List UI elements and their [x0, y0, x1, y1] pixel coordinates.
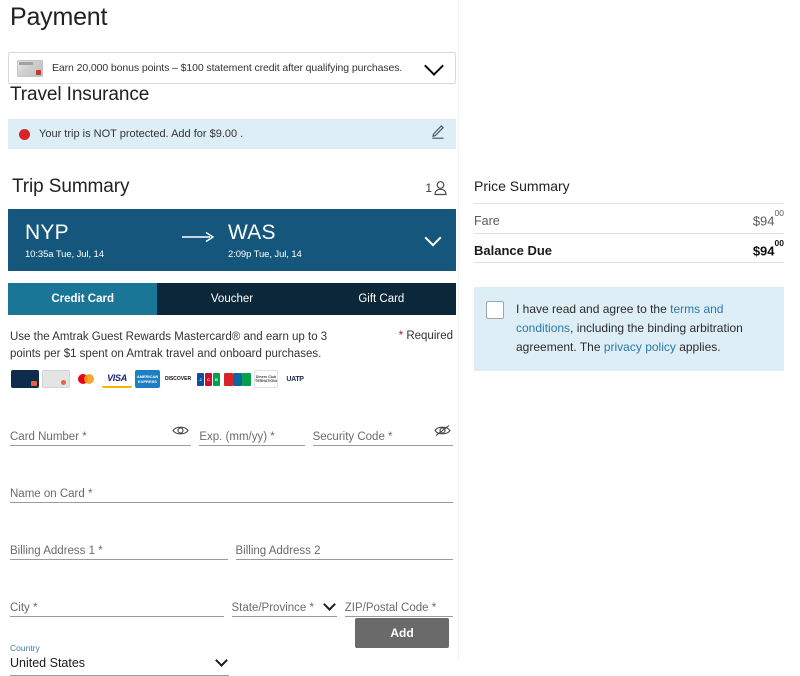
american-express-logo-icon: AMERICANEXPRESS: [135, 370, 160, 388]
travel-insurance-heading: Travel Insurance: [8, 84, 456, 106]
fare-amount-cents: 00: [775, 208, 784, 218]
form-row-billing: Billing Address 1 * Billing Address 2: [10, 537, 453, 560]
balance-due-amount-cents: 00: [775, 238, 784, 248]
mastercard-logo-icon: [73, 370, 99, 388]
required-note-label: Required: [406, 330, 453, 342]
pencil-edit-icon[interactable]: [430, 124, 446, 145]
passenger-count-value: 1: [425, 181, 432, 195]
origin-departure-time: 10:35a Tue, Jul, 14: [25, 249, 170, 260]
state-province-select[interactable]: State/Province *: [232, 594, 337, 617]
trip-summary-header: Trip Summary 1: [8, 176, 456, 198]
travel-insurance-bar: Your trip is NOT protected. Add for $9.0…: [8, 119, 456, 149]
eye-show-icon[interactable]: [172, 424, 189, 442]
destination-arrival-time: 2:09p Tue, Jul, 14: [228, 249, 373, 260]
add-button[interactable]: Add: [355, 618, 449, 648]
destination-station: WAS 2:09p Tue, Jul, 14: [228, 221, 373, 260]
form-row-city-state-zip: City * State/Province * ZIP/Postal Code …: [10, 594, 453, 617]
expiry-input[interactable]: Exp. (mm/yy) *: [199, 423, 304, 446]
eye-hidden-icon[interactable]: [434, 424, 451, 442]
red-status-dot-icon: [19, 129, 30, 140]
city-input[interactable]: City *: [10, 594, 224, 617]
trip-summary-bar[interactable]: NYP 10:35a Tue, Jul, 14 WAS 2:09p Tue, J…: [8, 209, 456, 271]
expiry-label: Exp. (mm/yy) *: [199, 429, 274, 445]
chevron-down-icon[interactable]: [323, 598, 336, 611]
billing-address-2-input[interactable]: Billing Address 2: [236, 537, 454, 560]
payment-page: Payment Earn 20,000 bonus points – $100 …: [0, 0, 800, 660]
name-on-card-label: Name on Card *: [10, 486, 92, 502]
terms-agreement-text: I have read and agree to the terms and c…: [516, 300, 770, 357]
tab-gift-card[interactable]: Gift Card: [307, 283, 456, 315]
accepted-card-logos: VISA AMERICANEXPRESS DISCOVER J C B Dine…: [8, 369, 456, 389]
state-province-label: State/Province *: [232, 600, 314, 616]
credit-card-blurb: Use the Amtrak Guest Rewards Mastercard®…: [10, 329, 328, 363]
balance-due-label: Balance Due: [474, 243, 753, 258]
chevron-down-icon[interactable]: [424, 56, 444, 76]
terms-checkbox[interactable]: [486, 301, 504, 319]
uatp-logo-icon: UATP: [281, 370, 309, 388]
country-value: United States: [10, 655, 229, 672]
destination-station-code: WAS: [228, 221, 373, 244]
origin-station: NYP 10:35a Tue, Jul, 14: [25, 221, 170, 260]
billing-address-1-label: Billing Address 1 *: [10, 543, 103, 559]
trip-summary-heading: Trip Summary: [10, 176, 425, 198]
origin-station-code: NYP: [25, 221, 170, 244]
credit-card-thumbnail-icon: [17, 60, 43, 77]
security-code-label: Security Code *: [313, 429, 393, 445]
left-column: Payment Earn 20,000 bonus points – $100 …: [8, 0, 456, 676]
billing-address-1-input[interactable]: Billing Address 1 *: [10, 537, 228, 560]
terms-text-part1: I have read and agree to the: [516, 302, 670, 316]
tab-voucher[interactable]: Voucher: [157, 283, 306, 315]
tab-credit-card[interactable]: Credit Card: [8, 283, 157, 315]
terms-agreement-box: I have read and agree to the terms and c…: [474, 287, 784, 371]
column-divider: [458, 0, 459, 660]
city-label: City *: [10, 600, 37, 616]
travel-insurance-status-text: Your trip is NOT protected. Add for $9.0…: [39, 128, 430, 140]
billing-address-2-label: Billing Address 2: [236, 543, 321, 559]
card-number-input[interactable]: Card Number *: [10, 423, 191, 446]
card-number-label: Card Number *: [10, 429, 87, 445]
unionpay-logo-icon: [224, 370, 251, 388]
passenger-count: 1: [425, 180, 448, 198]
country-label: Country: [10, 643, 229, 654]
required-asterisk: *: [399, 330, 403, 342]
required-note: * Required: [399, 329, 453, 363]
jcb-logo-icon: J C B: [196, 370, 221, 388]
price-summary-row-balance-due: Balance Due $9400: [474, 233, 784, 263]
promo-banner[interactable]: Earn 20,000 bonus points – $100 statemen…: [8, 52, 456, 84]
privacy-policy-link[interactable]: privacy policy: [604, 340, 676, 354]
price-summary-title: Price Summary: [474, 178, 784, 203]
right-column: Price Summary Fare $9400 Balance Due $94…: [474, 178, 784, 371]
price-summary-row-fare: Fare $9400: [474, 203, 784, 233]
visa-logo-icon: VISA: [102, 370, 132, 388]
name-on-card-input[interactable]: Name on Card *: [10, 480, 453, 503]
discover-logo-icon: DISCOVER: [163, 370, 193, 388]
page-title: Payment: [8, 0, 456, 34]
person-icon: [433, 180, 448, 196]
form-row-name: Name on Card *: [10, 480, 453, 503]
form-row-card: Card Number * Exp. (mm/yy) * Security Co…: [10, 423, 453, 446]
balance-due-amount: $9400: [753, 242, 784, 258]
promo-banner-text: Earn 20,000 bonus points – $100 statemen…: [52, 62, 427, 74]
security-code-input[interactable]: Security Code *: [313, 423, 453, 446]
diners-club-logo-icon: Diners ClubINTERNATIONAL: [254, 370, 278, 388]
zip-postal-code-input[interactable]: ZIP/Postal Code *: [345, 594, 453, 617]
balance-due-amount-dollars: $94: [753, 243, 775, 258]
fare-label: Fare: [474, 214, 753, 228]
arrow-right-icon: [170, 231, 228, 243]
payment-method-tabs: Credit Card Voucher Gift Card: [8, 283, 456, 315]
fare-amount-dollars: $94: [753, 213, 775, 228]
zip-postal-code-label: ZIP/Postal Code *: [345, 600, 436, 616]
fare-amount: $9400: [753, 212, 784, 228]
chevron-down-icon[interactable]: [425, 230, 442, 247]
amtrak-guest-rewards-mastercard-logo-icon: [42, 370, 70, 388]
terms-text-part3: applies.: [676, 340, 721, 354]
credit-card-blurb-row: Use the Amtrak Guest Rewards Mastercard®…: [8, 329, 456, 363]
amtrak-guest-rewards-world-mastercard-logo-icon: [11, 370, 39, 388]
